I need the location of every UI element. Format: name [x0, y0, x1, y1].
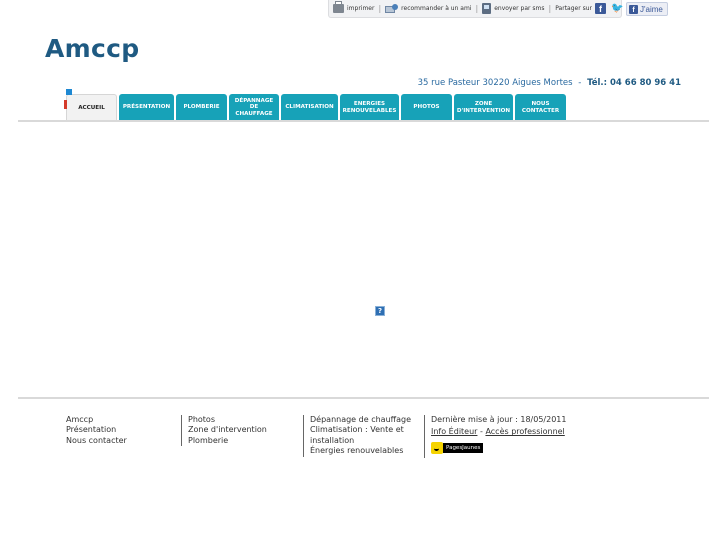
footer-link-zone[interactable]: Zone d'intervention [188, 425, 267, 435]
recommend-link[interactable]: recommander à un ami [385, 3, 472, 14]
footer-link-plomberie[interactable]: Plomberie [188, 436, 267, 446]
print-link[interactable]: imprimer [333, 1, 375, 13]
sms-link[interactable]: envoyer par sms [482, 3, 545, 14]
missing-plugin-icon[interactable]: ? [375, 306, 385, 316]
tab-plomberie[interactable]: Plomberie [176, 94, 227, 121]
tab-depannage-chauffage[interactable]: Dépannage de chauffage [229, 94, 279, 121]
legal-separator: - [480, 427, 483, 437]
facebook-like-button[interactable]: f J'aime [626, 2, 668, 16]
pro-access-link[interactable]: Accès professionnel [485, 427, 564, 436]
footer-col-4: Dernière mise à jour : 18/05/2011 Info É… [424, 415, 566, 458]
recommend-label: recommander à un ami [401, 5, 472, 12]
footer-link-depannage[interactable]: Dépannage de chauffage [310, 415, 420, 425]
toolbar-separator: | [475, 4, 479, 13]
footer-link-climatisation-2[interactable]: installation [310, 436, 420, 446]
main-nav: Accueil Présentation Plomberie Dépannage… [64, 89, 566, 121]
toolbar-separator: | [378, 4, 382, 13]
footer-link-amccp[interactable]: Amccp [66, 415, 127, 425]
share-label: Partager sur [555, 5, 592, 12]
contact-line: 35 rue Pasteur 30220 Aigues Mortes - Tél… [418, 78, 681, 88]
site-title[interactable]: Amccp [45, 34, 139, 63]
footer-legal-links: Info Éditeur - Accès professionnel [431, 427, 566, 437]
phone-icon [482, 3, 492, 14]
footer-link-climatisation[interactable]: Climatisation : Vente et [310, 425, 420, 435]
footer-link-energies[interactable]: Énergies renouvelables [310, 446, 420, 456]
contact-separator: - [578, 78, 582, 88]
footer-link-contact[interactable]: Nous contacter [66, 436, 127, 446]
footer-divider [18, 397, 709, 399]
footer-link-presentation[interactable]: Présentation [66, 425, 127, 435]
pagesjaunes-logo-icon [431, 441, 443, 454]
pagesjaunes-badge[interactable]: PagesJaunes [431, 441, 484, 454]
footer-col-1: Amccp Présentation Nous contacter [66, 415, 127, 446]
flag-icon [66, 89, 72, 95]
share-group: Partager sur f 🐦 [555, 3, 623, 14]
tab-energies-renouvelables[interactable]: Energies renouvelables [340, 94, 399, 121]
tab-accueil-wrap: Accueil [64, 89, 117, 121]
phone-number: Tél.: 04 66 80 96 41 [587, 78, 681, 88]
info-editor-link[interactable]: Info Éditeur [431, 427, 477, 436]
sms-label: envoyer par sms [494, 5, 545, 12]
like-label: J'aime [640, 4, 663, 14]
tab-photos[interactable]: Photos [401, 94, 452, 121]
printer-icon [333, 1, 344, 13]
last-updated: Dernière mise à jour : 18/05/2011 [431, 415, 567, 424]
facebook-icon: f [629, 4, 638, 14]
header-divider [18, 120, 709, 122]
address-text: 35 rue Pasteur 30220 Aigues Mortes [417, 78, 573, 88]
print-label: imprimer [347, 5, 375, 12]
recommend-icon [385, 3, 399, 14]
footer-col-3: Dépannage de chauffage Climatisation : V… [303, 415, 420, 457]
twitter-icon[interactable]: 🐦 [611, 3, 623, 14]
tab-zone-intervention[interactable]: Zone d'intervention [454, 94, 513, 121]
share-toolbar: imprimer | recommander à un ami | envoye… [328, 0, 623, 18]
facebook-icon[interactable]: f [595, 3, 606, 14]
pagesjaunes-label: PagesJaunes [443, 442, 484, 453]
tab-nous-contacter[interactable]: Nous contacter [515, 94, 566, 121]
footer-link-photos[interactable]: Photos [188, 415, 267, 425]
footer-col-2: Photos Zone d'intervention Plomberie [181, 415, 267, 447]
tab-accueil[interactable]: Accueil [66, 94, 117, 121]
flag-icon [64, 100, 67, 109]
tab-presentation[interactable]: Présentation [119, 94, 174, 121]
toolbar-separator: | [548, 4, 552, 13]
tab-climatisation[interactable]: Climatisation [281, 94, 338, 121]
